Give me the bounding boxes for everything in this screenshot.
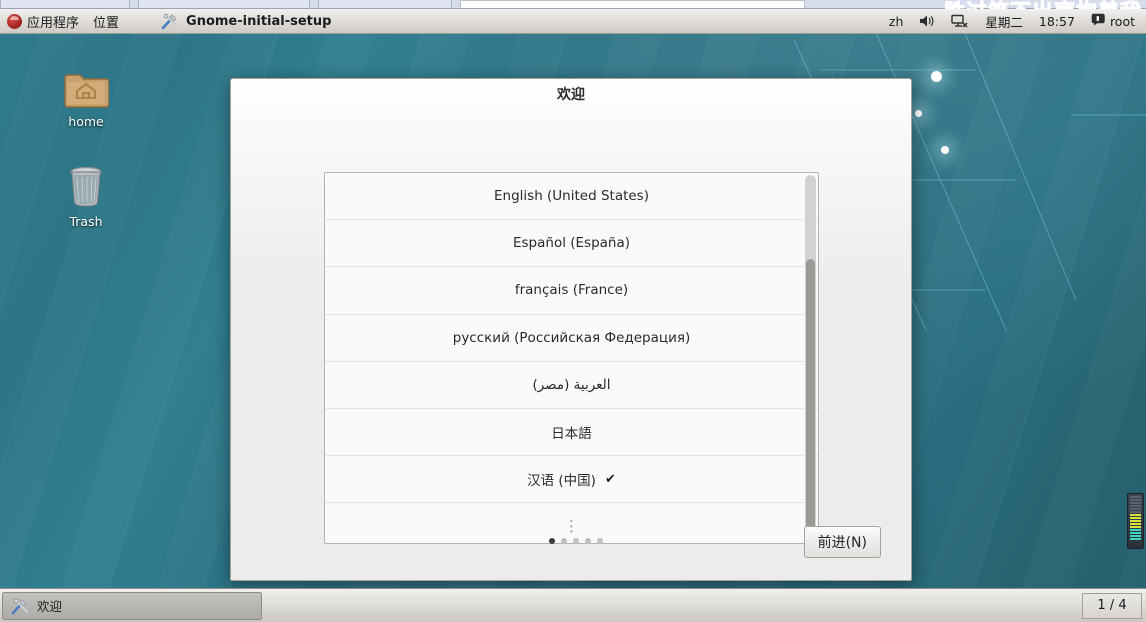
welcome-dialog: 欢迎 English (United States) Español (Españ…	[230, 78, 912, 581]
monitor-bar-4	[1130, 505, 1141, 507]
tray-input-method-label: zh	[888, 13, 904, 29]
page-dot-2[interactable]	[561, 538, 567, 544]
desktop-icon-trash-label: Trash	[69, 214, 103, 229]
language-row[interactable]: English (United States)	[325, 173, 818, 221]
dialog-title: 欢迎	[557, 87, 585, 103]
language-row[interactable]: 日本語	[325, 408, 818, 457]
system-monitor-applet[interactable]	[1127, 493, 1144, 549]
language-row[interactable]: 汉语 (中国) ✔	[325, 456, 818, 504]
user-session-icon	[1091, 13, 1106, 29]
page-dot-1[interactable]	[549, 538, 555, 544]
language-label: русский (Российская Федерация)	[452, 329, 691, 346]
trash-can-icon	[43, 158, 129, 210]
menu-applications-label: 应用程序	[27, 15, 80, 31]
workspace-switcher[interactable]: 1 / 4	[1082, 592, 1142, 619]
dialog-body: English (United States) Español (España) f…	[231, 109, 911, 580]
menu-places[interactable]: 位置	[86, 9, 126, 34]
bottom-panel: 欢迎 1 / 4	[0, 588, 1146, 622]
network-disconnected-icon[interactable]	[948, 14, 972, 28]
language-label: العربية (مصر)	[532, 376, 611, 393]
monitor-bar-13	[1130, 532, 1141, 534]
language-list-scrollbar[interactable]	[805, 175, 816, 541]
monitor-bar-11	[1130, 526, 1141, 528]
tools-wrench-screwdriver-icon	[10, 597, 30, 615]
monitor-bar-2	[1130, 499, 1141, 501]
taskbar-window-button[interactable]: 欢迎	[2, 591, 262, 620]
monitor-bar-8	[1130, 517, 1141, 519]
home-folder-icon	[43, 58, 129, 110]
language-list[interactable]: English (United States) Español (España) f…	[324, 172, 819, 544]
wallpaper-dot-2	[915, 110, 922, 117]
wallpaper-dot-1	[931, 71, 942, 82]
next-button[interactable]: 前进(N)	[803, 526, 881, 558]
language-row[interactable]: русский (Российская Федерация)	[325, 314, 818, 362]
clock-time-label: 18:57	[1038, 13, 1075, 29]
volume-speaker-icon[interactable]	[916, 14, 938, 28]
desktop-icon-trash[interactable]: Trash	[43, 158, 129, 229]
taskbar-window-label: 欢迎	[37, 599, 63, 614]
language-row[interactable]: العربية (مصر)	[325, 361, 818, 409]
monitor-bar-14	[1130, 535, 1141, 537]
user-menu[interactable]: root	[1088, 13, 1138, 29]
panel-active-window-title: Gnome-initial-setup	[186, 13, 332, 29]
clock-day[interactable]: 星期二	[982, 12, 1026, 31]
panel-tray: zh 星期二 18:57 root	[886, 12, 1146, 31]
dialog-footer: 前进(N)	[231, 514, 911, 580]
page-dot-4[interactable]	[585, 538, 591, 544]
monitor-bar-1	[1130, 496, 1141, 498]
language-label: 日本語	[551, 426, 592, 443]
desktop-icon-home-label: home	[68, 114, 104, 129]
tools-wrench-screwdriver-icon	[160, 12, 180, 30]
panel-active-window[interactable]: Gnome-initial-setup	[160, 12, 331, 30]
page-dot-5[interactable]	[597, 538, 603, 544]
top-panel: 应用程序 位置 Gnome-initial-setup zh 星期二 18:57…	[0, 9, 1146, 34]
language-row[interactable]: Español (España)	[325, 220, 818, 268]
language-label: English (United States)	[494, 188, 649, 205]
clock-time[interactable]: 18:57	[1036, 14, 1078, 29]
page-indicator	[549, 538, 603, 544]
tray-input-method[interactable]: zh	[886, 14, 906, 29]
language-label: 汉语 (中国)	[527, 473, 596, 490]
clock-day-label: 星期二	[985, 14, 1023, 30]
scrollbar-thumb[interactable]	[806, 259, 815, 538]
language-row[interactable]: français (France)	[325, 267, 818, 315]
monitor-bar-15	[1130, 538, 1141, 540]
monitor-bar-7	[1130, 514, 1141, 516]
language-label: Español (España)	[512, 235, 631, 252]
monitor-bar-5	[1130, 508, 1141, 510]
monitor-bar-9	[1130, 520, 1141, 522]
monitor-bar-3	[1130, 502, 1141, 504]
wallpaper-dot-3	[941, 146, 949, 154]
user-menu-label: root	[1109, 13, 1135, 29]
monitor-bar-10	[1130, 523, 1141, 525]
menu-places-label: 位置	[93, 15, 120, 31]
checkmark-icon: ✔	[604, 471, 616, 487]
background-window-strip	[0, 0, 1146, 9]
monitor-bar-12	[1130, 529, 1141, 531]
fedora-logo-icon	[7, 13, 22, 29]
monitor-bar-6	[1130, 511, 1141, 513]
desktop-icon-home[interactable]: home	[43, 58, 129, 129]
page-dot-3[interactable]	[573, 538, 579, 544]
language-label: français (France)	[514, 282, 629, 299]
menu-applications[interactable]: 应用程序	[0, 9, 86, 34]
bottom-panel-right: 1 / 4	[1082, 589, 1146, 622]
